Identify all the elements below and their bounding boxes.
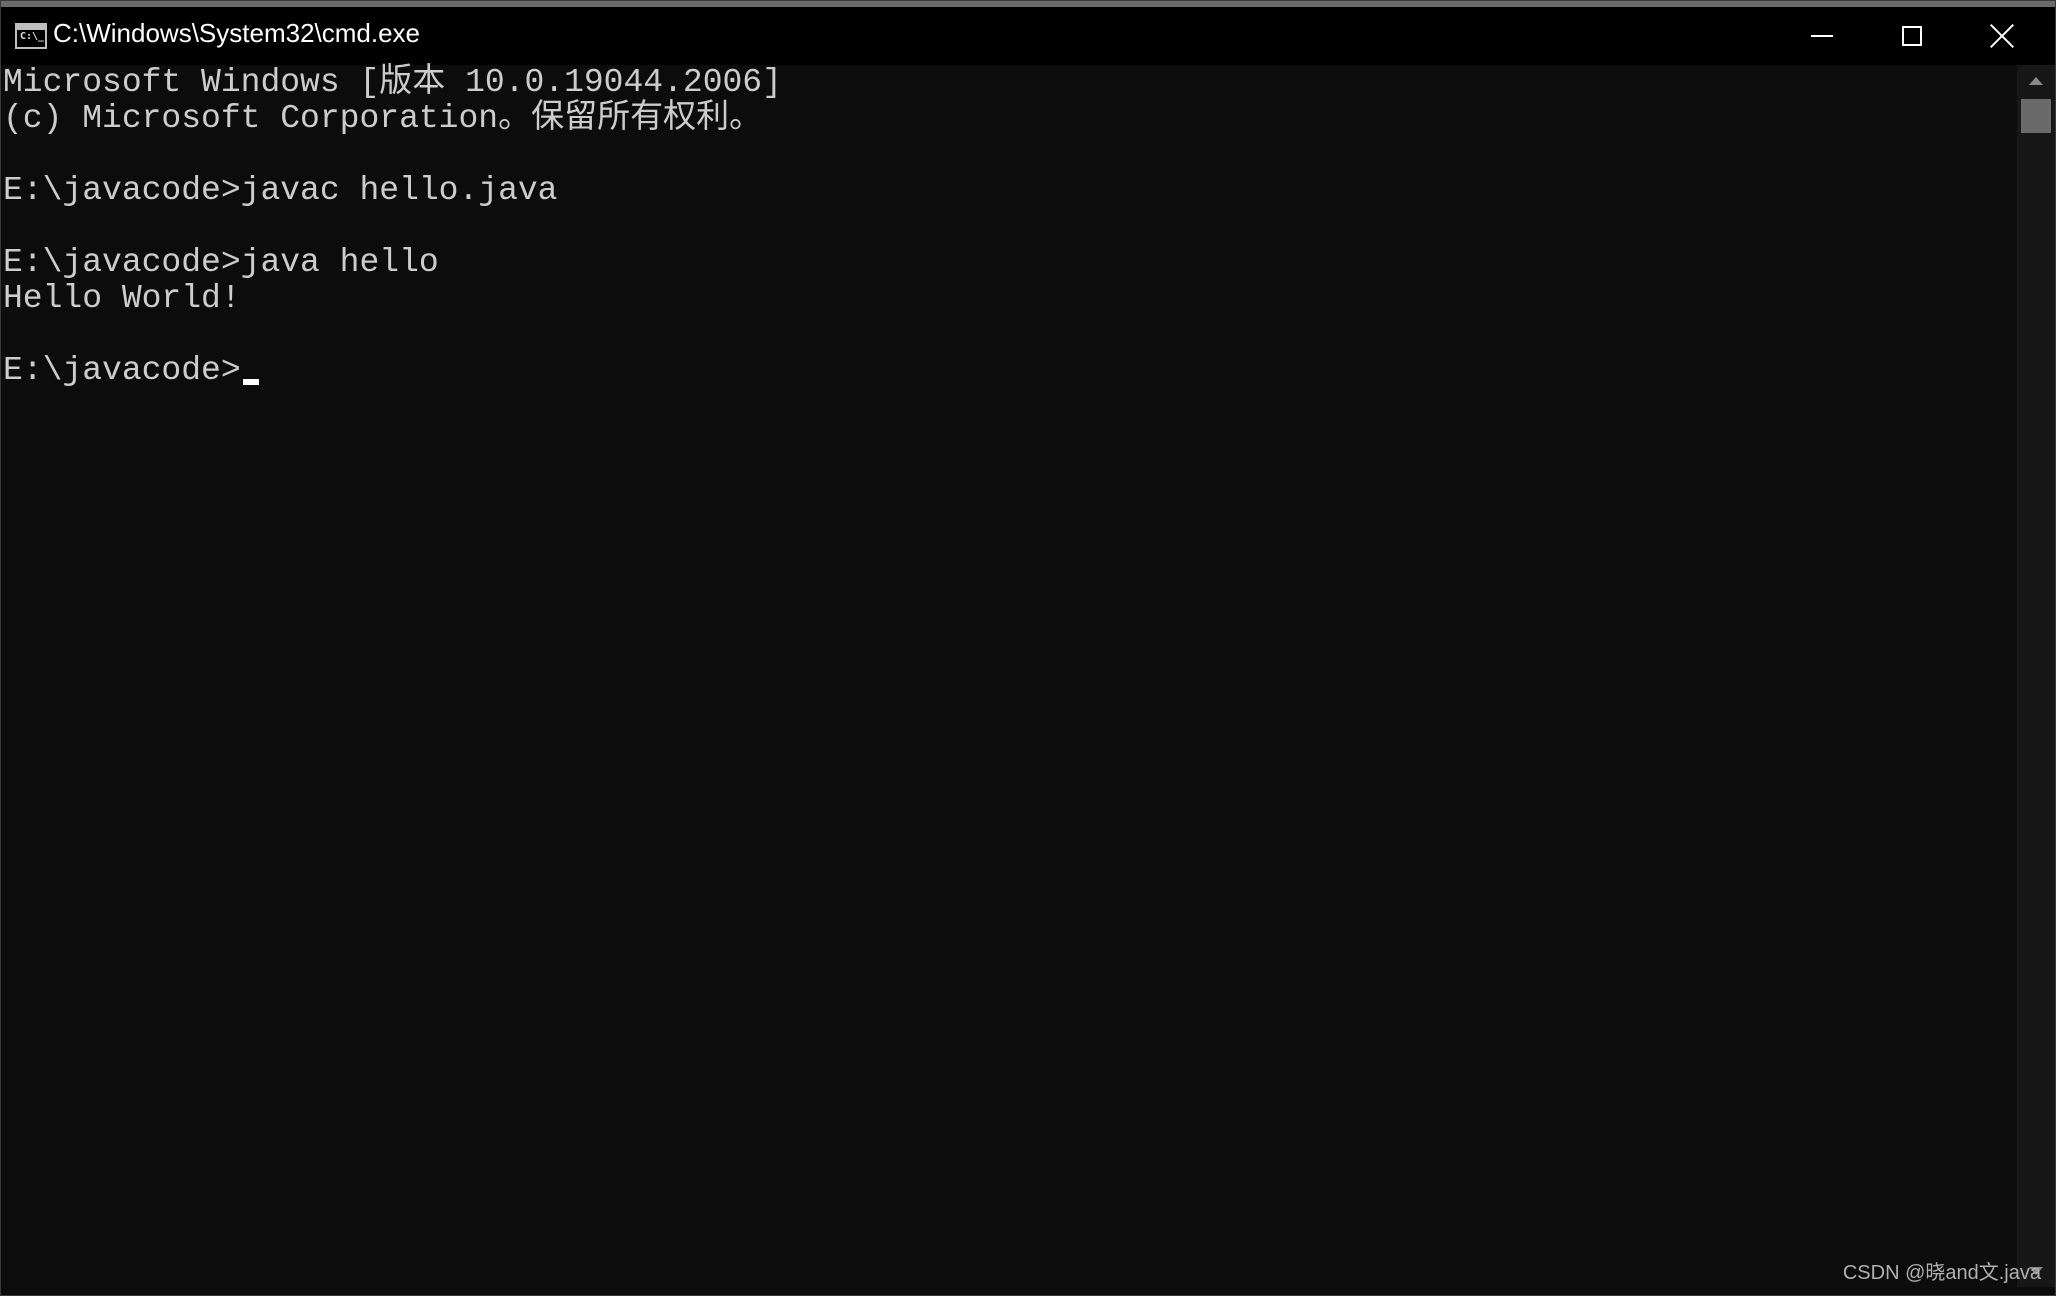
title-bar[interactable]: C:\_ C:\Windows\System32\cmd.exe — [1, 1, 2055, 65]
watermark: CSDN @晓and文.java — [1842, 1262, 2041, 1284]
console-line: (c) Microsoft Corporation。保留所有权利。 — [3, 100, 763, 137]
console-line: Microsoft Windows [版本 10.0.19044.2006] — [3, 64, 782, 101]
console-output[interactable]: Microsoft Windows [版本 10.0.19044.2006] (… — [1, 65, 2017, 1287]
scrollbar-thumb[interactable] — [2021, 99, 2051, 133]
console-prompt: E:\javacode> — [3, 352, 241, 389]
cmd-app-icon-label: C:\_ — [20, 31, 45, 42]
console-line: Hello World! — [3, 280, 241, 317]
minimize-icon — [1811, 35, 1833, 37]
console-line: E:\javacode>javac hello.java — [3, 172, 558, 209]
console-prompt-line[interactable]: E:\javacode> — [3, 353, 2017, 389]
close-icon — [1990, 24, 2014, 48]
close-button[interactable] — [1957, 7, 2047, 65]
vertical-scrollbar[interactable] — [2017, 65, 2055, 1287]
cmd-app-icon[interactable]: C:\_ — [15, 23, 47, 49]
maximize-button[interactable] — [1867, 7, 1957, 65]
scroll-up-arrow-icon[interactable] — [2029, 77, 2043, 85]
cmd-window: C:\_ C:\Windows\System32\cmd.exe Microso… — [0, 0, 2056, 1296]
window-title: C:\Windows\System32\cmd.exe — [53, 18, 421, 48]
maximize-icon — [1902, 26, 1922, 46]
console-line: E:\javacode>java hello — [3, 244, 439, 281]
minimize-button[interactable] — [1777, 7, 1867, 65]
text-cursor — [242, 379, 259, 385]
